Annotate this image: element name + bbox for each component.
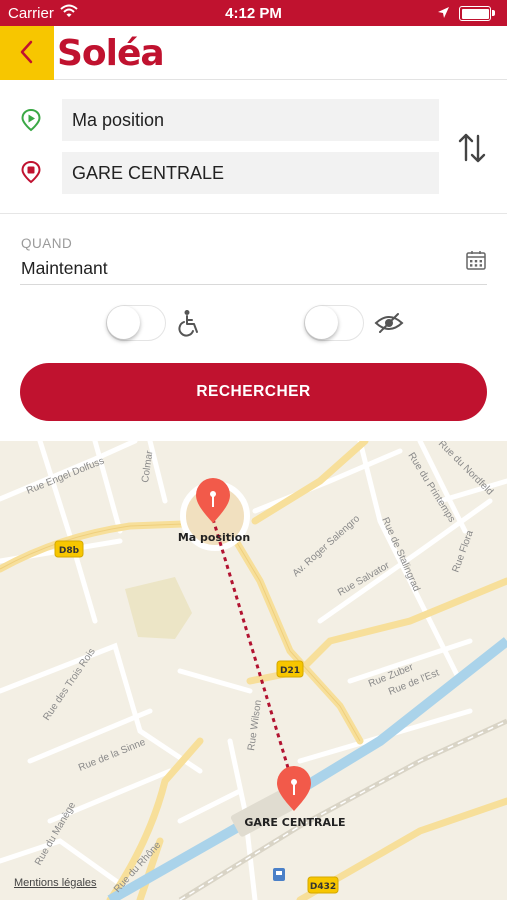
destination-pin-icon <box>20 160 42 189</box>
back-button[interactable] <box>0 26 54 80</box>
swap-route-button[interactable] <box>455 130 489 166</box>
wheelchair-icon <box>177 309 203 342</box>
destination-input[interactable]: GARE CENTRALE <box>62 152 439 194</box>
svg-text:D432: D432 <box>310 882 336 892</box>
origin-pin-icon <box>20 108 42 137</box>
bus-stop-icon <box>273 868 285 881</box>
battery-icon <box>459 6 491 21</box>
street-label: Rue Engel Dolfuss <box>25 456 106 497</box>
app-screen: Carrier 4:12 PM Soléa Ma position GARE C… <box>0 0 507 900</box>
calendar-icon <box>466 251 486 270</box>
calendar-button[interactable] <box>465 249 487 271</box>
location-arrow-icon <box>437 6 450 23</box>
route-map[interactable]: Rue Engel Dolfuss Colmar Rue du Nordfeld… <box>0 441 507 900</box>
accessibility-toggle[interactable] <box>106 305 166 341</box>
swap-arrows-icon <box>458 133 486 163</box>
street-label: Rue du Manège <box>33 800 78 868</box>
search-button[interactable]: RECHERCHER <box>20 363 487 421</box>
street-label: Rue Flora <box>450 529 476 574</box>
solea-logo: Soléa <box>57 33 165 74</box>
destination-map-label: GARE CENTRALE <box>244 816 345 829</box>
when-label: QUAND <box>21 236 73 251</box>
street-label: Av. Roger Salengro <box>291 513 363 579</box>
battery-tip <box>492 10 495 16</box>
when-underline <box>20 284 487 285</box>
road-badge: D432 <box>307 876 339 894</box>
svg-text:D8b: D8b <box>59 546 80 556</box>
svg-text:D21: D21 <box>280 666 300 676</box>
when-value[interactable]: Maintenant <box>21 258 108 279</box>
street-label: Rue Wilson <box>246 699 264 751</box>
origin-map-label: Ma position <box>178 531 250 544</box>
map-canvas: Rue Engel Dolfuss Colmar Rue du Nordfeld… <box>0 441 507 900</box>
section-divider <box>0 213 507 214</box>
app-header: Soléa <box>0 26 507 80</box>
toggle-knob <box>305 306 338 339</box>
visibility-toggle[interactable] <box>304 305 364 341</box>
street-label: Rue des Trois Rois <box>41 646 97 722</box>
origin-input[interactable]: Ma position <box>62 99 439 141</box>
road-badge: D8b <box>54 540 84 558</box>
status-time: 4:12 PM <box>225 5 282 22</box>
street-label: Colmar <box>140 449 155 483</box>
eye-slash-icon <box>374 311 404 340</box>
toggle-knob <box>107 306 140 339</box>
legal-mentions-link[interactable]: Mentions légales <box>14 877 97 889</box>
road-badge: D21 <box>276 660 304 678</box>
chevron-left-icon <box>20 40 33 64</box>
street-label: Rue de la Sinne <box>77 737 148 774</box>
status-bar: Carrier 4:12 PM <box>0 0 507 26</box>
